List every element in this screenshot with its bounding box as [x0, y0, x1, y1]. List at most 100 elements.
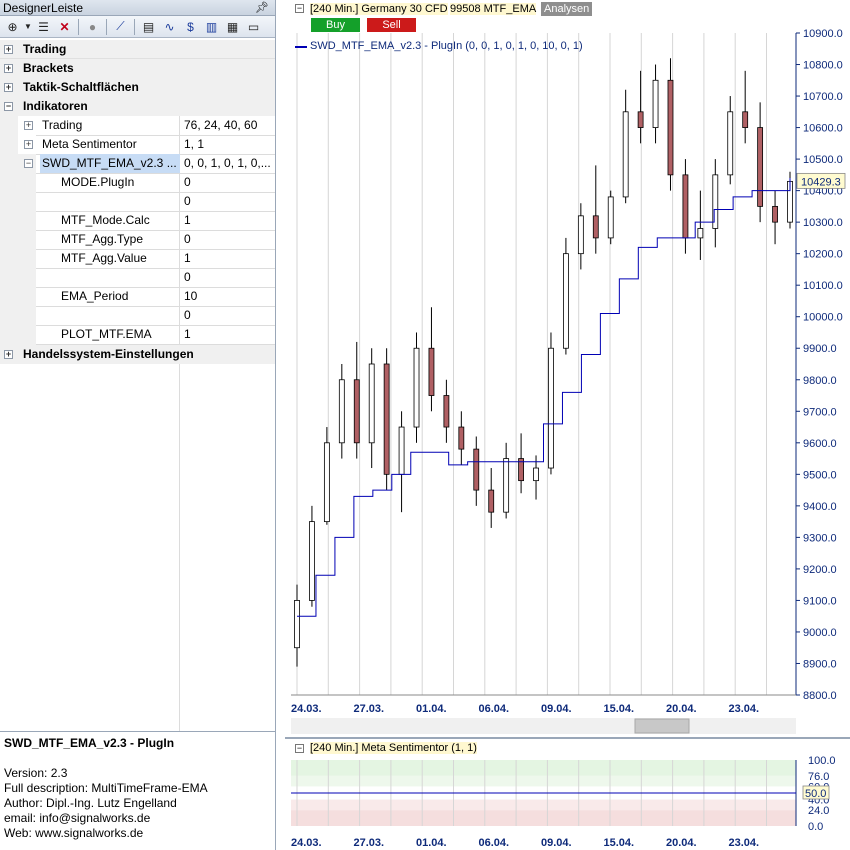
param-row[interactable]: MTF_Agg.Value 1	[0, 249, 275, 268]
indicator-label: Trading	[42, 118, 83, 132]
x-tick-label: 20.04.	[666, 703, 697, 715]
description-full: Full description: MultiTimeFrame-EMA	[4, 781, 208, 795]
collapse-icon[interactable]: −	[24, 159, 33, 168]
collapse-icon[interactable]: −	[295, 4, 304, 13]
candle-body	[503, 458, 510, 513]
candle-body	[368, 363, 375, 444]
expand-icon[interactable]: +	[4, 83, 13, 92]
param-row[interactable]: 0	[0, 268, 275, 287]
param-value[interactable]: 0	[184, 268, 191, 287]
param-row[interactable]: EMA_Period 10	[0, 287, 275, 306]
y-tick-label: 8900.0	[803, 658, 837, 670]
category-indikatoren[interactable]: − Indikatoren	[0, 97, 275, 116]
candle-body	[697, 228, 704, 239]
candle-body	[682, 174, 689, 239]
y-tick-label: 9800.0	[803, 375, 837, 387]
param-label: PLOT_MTF.EMA	[61, 327, 152, 341]
description-web[interactable]: Web: www.signalworks.de	[4, 826, 271, 841]
param-value[interactable]: 0	[184, 173, 191, 192]
panel-title: DesignerLeiste	[3, 1, 84, 15]
y-tick-label: 9300.0	[803, 532, 837, 544]
indicator-swd-mtf-ema[interactable]: − SWD_MTF_EMA_v2.3 ... 0, 0, 1, 0, 1, 0,…	[0, 154, 275, 173]
param-value[interactable]: 0	[184, 306, 191, 325]
expand-icon[interactable]: +	[4, 350, 13, 359]
expand-icon[interactable]: +	[24, 140, 33, 149]
list-icon[interactable]: ☰	[34, 18, 53, 36]
param-value[interactable]: 10	[184, 287, 197, 306]
candle-body	[727, 111, 734, 176]
expand-icon[interactable]: +	[4, 45, 13, 54]
param-row[interactable]: 0	[0, 306, 275, 325]
candle-body	[667, 79, 674, 176]
buy-button[interactable]: Buy	[311, 18, 360, 32]
histogram-icon[interactable]: ▥	[202, 18, 221, 36]
y-tick-label: 24.0	[808, 805, 829, 817]
price-chart[interactable]: 8800.0 8900.0 9000.0 9100.0 9200.0 9300.0 9400…	[285, 0, 850, 850]
window-icon[interactable]: ▭	[244, 18, 263, 36]
indicator-value[interactable]: 0, 0, 1, 0, 1, 0,...	[184, 154, 271, 173]
sentiment-lower-zone	[291, 810, 796, 826]
param-value[interactable]: 0	[184, 192, 191, 211]
param-value[interactable]: 1	[184, 211, 191, 230]
category-handelssystem[interactable]: + Handelssystem-Einstellungen	[0, 345, 275, 364]
description-version: Version: 2.3	[4, 766, 68, 780]
param-row[interactable]: 0	[0, 192, 275, 211]
scrollbar-track	[291, 718, 796, 734]
user-icon[interactable]: ●	[83, 18, 102, 36]
category-label: Trading	[23, 42, 67, 56]
y-tick-label: 9100.0	[803, 595, 837, 607]
indicator-legend: SWD_MTF_EMA_v2.3 - PlugIn (0, 0, 1, 0, 1…	[310, 40, 583, 52]
indicator-trading[interactable]: + Trading 76, 24, 40, 60	[0, 116, 275, 135]
candle-body	[473, 448, 480, 491]
category-taktik[interactable]: + Taktik-Schaltflächen	[0, 78, 275, 97]
x-tick-label: 23.04.	[729, 703, 760, 715]
param-row[interactable]: PLOT_MTF.EMA 1	[0, 325, 275, 344]
sell-button[interactable]: Sell	[367, 18, 416, 32]
collapse-icon[interactable]: −	[295, 744, 304, 753]
pin-icon[interactable]: 📌︎	[255, 0, 269, 16]
y-tick-label: 9900.0	[803, 343, 837, 355]
description-email[interactable]: email: info@signalworks.de	[4, 811, 271, 826]
param-label: EMA_Period	[61, 289, 129, 303]
param-value[interactable]: 1	[184, 325, 191, 344]
expand-icon[interactable]: +	[24, 121, 33, 130]
dollar-icon[interactable]: $	[181, 18, 200, 36]
panel-titlebar: DesignerLeiste 📌︎	[0, 0, 275, 16]
param-value[interactable]: 0	[184, 230, 191, 249]
x-tick-label: 23.04.	[729, 837, 760, 849]
y-tick-label: 9400.0	[803, 501, 837, 513]
table-icon[interactable]: ▦	[223, 18, 242, 36]
x-tick-label: 01.04.	[416, 837, 447, 849]
param-row[interactable]: MODE.PlugIn 0	[0, 173, 275, 192]
param-row[interactable]: MTF_Agg.Type 0	[0, 230, 275, 249]
y-tick-label: 10900.0	[803, 28, 843, 40]
description-box: SWD_MTF_EMA_v2.3 - PlugIn Version: 2.3 F…	[0, 731, 275, 850]
expand-icon[interactable]: +	[4, 64, 13, 73]
sentiment-value-label: 50.0	[805, 788, 826, 800]
dropdown-arrow-icon[interactable]: ▼	[24, 18, 32, 36]
sentiment-upper-zone	[291, 760, 796, 776]
collapse-icon[interactable]: −	[4, 102, 13, 111]
param-value[interactable]: 1	[184, 249, 191, 268]
x-tick-label: 15.04.	[604, 703, 635, 715]
print-icon[interactable]: ▤	[139, 18, 158, 36]
indicator-value[interactable]: 76, 24, 40, 60	[184, 116, 257, 135]
wave-icon[interactable]: ∿	[160, 18, 179, 36]
panel-toolbar: ⊕ ▼ ☰ ✕ ● ⟋ ▤ ∿ $ ▥ ▦ ▭	[0, 16, 275, 38]
category-brackets[interactable]: + Brackets	[0, 59, 275, 78]
line-chart-icon[interactable]: ⟋	[111, 18, 130, 36]
param-row[interactable]: MTF_Mode.Calc 1	[0, 211, 275, 230]
add-indicator-icon[interactable]: ⊕	[3, 18, 22, 36]
param-label: MTF_Agg.Value	[61, 251, 147, 265]
property-tree: + Trading + Brackets + Taktik-Schaltfläc…	[0, 40, 275, 770]
category-trading[interactable]: + Trading	[0, 40, 275, 59]
delete-icon[interactable]: ✕	[55, 18, 74, 36]
indicator-value[interactable]: 1, 1	[184, 135, 204, 154]
param-label: MODE.PlugIn	[61, 175, 135, 189]
y-tick-label: 8800.0	[803, 690, 837, 702]
candle-body	[413, 347, 420, 428]
indicator-meta-sentimentor[interactable]: + Meta Sentimentor 1, 1	[0, 135, 275, 154]
x-tick-label: 20.04.	[666, 837, 697, 849]
analysen-button[interactable]: Analysen	[541, 2, 593, 16]
candle	[563, 237, 569, 355]
